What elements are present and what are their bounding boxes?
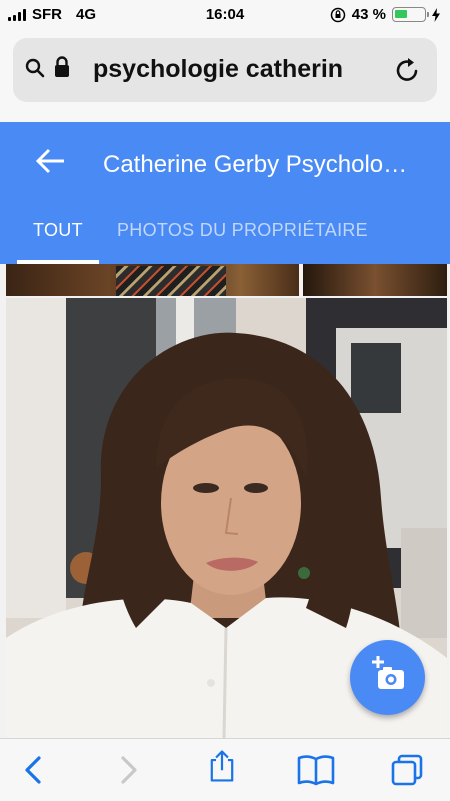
url-text[interactable]: psychologie catherin [93,55,385,84]
browser-chrome: psychologie catherin [0,30,450,122]
page-title: Catherine Gerby Psycholo… [103,151,408,178]
lock-icon [55,56,69,77]
bookmarks-icon[interactable] [296,753,336,787]
tabs-icon[interactable] [390,753,424,787]
back-arrow-icon[interactable] [34,146,68,176]
browser-toolbar [0,738,450,801]
photo-thumbnail[interactable] [6,264,299,296]
battery-icon [392,7,429,22]
photo-thumbnail[interactable] [303,264,447,296]
add-photo-button[interactable] [350,640,425,715]
tab-owner-photos[interactable]: PHOTOS DU PROPRIÉTAIRE [117,220,368,241]
charging-icon [432,7,440,22]
app-header: Catherine Gerby Psycholo… TOUT PHOTOS DU… [0,122,450,264]
share-icon[interactable] [205,749,239,783]
battery-percent: 43 % [351,6,386,23]
back-icon[interactable] [17,753,51,787]
tab-all[interactable]: TOUT [33,220,83,241]
add-photo-icon [372,656,404,689]
status-right: 43 % [330,6,440,23]
address-bar[interactable]: psychologie catherin [13,38,437,102]
search-icon [25,58,45,78]
forward-icon[interactable] [111,753,145,787]
orientation-lock-icon [330,7,346,22]
reload-icon[interactable] [395,56,421,84]
status-bar: SFR 4G 16:04 43 % [0,0,450,30]
